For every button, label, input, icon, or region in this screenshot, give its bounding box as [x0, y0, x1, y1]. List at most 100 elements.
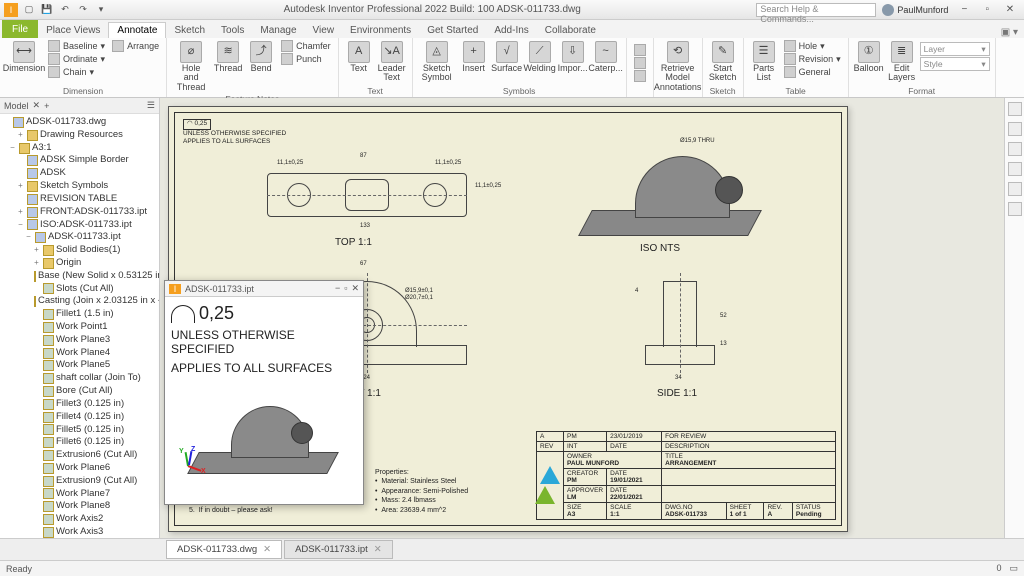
tree-node[interactable]: +Origin — [0, 257, 159, 270]
start-sketch-button[interactable]: ✎Start Sketch — [708, 40, 738, 84]
tab-add-ins[interactable]: Add-Ins — [486, 23, 536, 38]
leader-text-button[interactable]: ↘ALeader Text — [377, 40, 407, 84]
qat-more-icon[interactable]: ▾ — [94, 3, 108, 17]
tree-node[interactable]: −A3:1 — [0, 142, 159, 155]
browser-close-icon[interactable]: ✕ — [33, 100, 41, 111]
sketch-symbol-button[interactable]: ◬Sketch Symbol — [418, 40, 456, 84]
browser-add-icon[interactable]: + — [44, 101, 49, 111]
tree-node[interactable]: Work Plane7 — [0, 488, 159, 501]
punch-button[interactable]: Punch — [279, 53, 333, 65]
doc-tab-dwg[interactable]: ADSK-011733.dwg✕ — [166, 540, 282, 559]
close-icon[interactable]: ✕ — [1000, 4, 1020, 15]
tree-node[interactable]: Extrusion9 (Cut All) — [0, 475, 159, 488]
tree-node[interactable]: Fillet3 (0.125 in) — [0, 398, 159, 411]
tree-node[interactable]: Base (New Solid x 0.53125 in) — [0, 270, 159, 283]
file-tab[interactable]: File — [2, 20, 38, 38]
chain-button[interactable]: Chain ▾ — [46, 66, 107, 78]
tab-view[interactable]: View — [305, 23, 343, 38]
float-close-icon[interactable]: ✕ — [351, 283, 359, 294]
collapse-ribbon-icon[interactable]: ▣ ▾ — [995, 27, 1024, 38]
tree-node[interactable]: −ADSK-011733.ipt — [0, 231, 159, 244]
style-combo[interactable]: Style — [920, 57, 990, 71]
tab-environments[interactable]: Environments — [342, 23, 419, 38]
qat-undo-icon[interactable]: ↶ — [58, 3, 72, 17]
search-input[interactable]: Search Help & Commands... — [756, 3, 876, 17]
tree-node[interactable]: Fillet6 (0.125 in) — [0, 436, 159, 449]
tree-node[interactable]: Work Plane6 — [0, 462, 159, 475]
tree-node[interactable]: ADSK Simple Border — [0, 154, 159, 167]
thread-button[interactable]: ≋Thread — [213, 40, 243, 74]
tree-node[interactable]: Slots (Cut All) — [0, 283, 159, 296]
tree-node[interactable]: Work Plane8 — [0, 500, 159, 513]
tree-node[interactable]: ADSK — [0, 167, 159, 180]
edit-layers-button[interactable]: ≣Edit Layers — [887, 40, 917, 84]
user-menu[interactable]: PaulMunford — [882, 4, 948, 16]
layer-combo[interactable]: Layer — [920, 42, 990, 56]
floating-ipt-window[interactable]: IADSK-011733.ipt −▫✕ 0,25 UNLESS OTHERWI… — [164, 280, 364, 505]
minimize-icon[interactable]: − — [954, 4, 974, 15]
tree-node[interactable]: Work Axis3 — [0, 526, 159, 539]
sym3-icon[interactable] — [632, 70, 648, 82]
fullnav-icon[interactable] — [1008, 202, 1022, 216]
tree-node[interactable]: Fillet5 (0.125 in) — [0, 424, 159, 437]
tree-node[interactable]: +FRONT:ADSK-011733.ipt — [0, 206, 159, 219]
baseline-button[interactable]: Baseline ▾ — [46, 40, 107, 52]
tree-node[interactable]: REVISION TABLE — [0, 193, 159, 206]
orbit-icon[interactable] — [1008, 122, 1022, 136]
tree-node[interactable]: Fillet1 (1.5 in) — [0, 308, 159, 321]
dimension-button[interactable]: ⟷Dimension — [5, 40, 43, 74]
parts-list-button[interactable]: ☰Parts List — [749, 40, 779, 84]
sym2-icon[interactable] — [632, 57, 648, 69]
table-hole-button[interactable]: Hole ▾ — [782, 40, 843, 52]
tab-close-icon[interactable]: ✕ — [374, 544, 382, 555]
chamfer-button[interactable]: Chamfer — [279, 40, 333, 52]
doc-tab-ipt[interactable]: ADSK-011733.ipt✕ — [284, 540, 393, 559]
float-minimize-icon[interactable]: − — [335, 283, 340, 294]
table-revision-button[interactable]: Revision ▾ — [782, 53, 843, 65]
tree-node[interactable]: Casting (Join x 2.03125 in x -12 de — [0, 295, 159, 308]
tree-node[interactable]: Extrusion6 (Cut All) — [0, 449, 159, 462]
tree-node[interactable]: +Solid Bodies(1) — [0, 244, 159, 257]
text-button[interactable]: AText — [344, 40, 374, 74]
tree-node[interactable]: −ISO:ADSK-011733.ipt — [0, 219, 159, 232]
tab-annotate[interactable]: Annotate — [108, 22, 166, 38]
lookat-icon[interactable] — [1008, 182, 1022, 196]
table-general-button[interactable]: General — [782, 66, 843, 78]
tree-node[interactable]: Fillet4 (0.125 in) — [0, 411, 159, 424]
tab-collaborate[interactable]: Collaborate — [537, 23, 604, 38]
tab-manage[interactable]: Manage — [252, 23, 304, 38]
ordinate-button[interactable]: Ordinate ▾ — [46, 53, 107, 65]
hole-thread-button[interactable]: ⌀Hole and Thread — [172, 40, 210, 93]
balloon-button[interactable]: ①Balloon — [854, 40, 884, 74]
tab-get-started[interactable]: Get Started — [419, 23, 486, 38]
surface-button[interactable]: √Surface — [492, 40, 522, 74]
tab-close-icon[interactable]: ✕ — [263, 544, 271, 555]
tree-node[interactable]: +Sketch Symbols — [0, 180, 159, 193]
qat-save-icon[interactable]: 💾 — [40, 3, 54, 17]
browser-menu-icon[interactable]: ☰ — [147, 100, 155, 111]
welding-button[interactable]: ⟋Welding — [525, 40, 555, 74]
retrieve-model-button[interactable]: ⟲Retrieve Model Annotations — [659, 40, 697, 93]
tab-tools[interactable]: Tools — [213, 23, 252, 38]
tree-node[interactable]: Bore (Cut All) — [0, 385, 159, 398]
tree-root[interactable]: ADSK-011733.dwg — [0, 116, 159, 129]
tree-node[interactable]: shaft collar (Join To) — [0, 372, 159, 385]
sym1-icon[interactable] — [632, 44, 648, 56]
tab-sketch[interactable]: Sketch — [166, 23, 213, 38]
tree-node[interactable]: Work Point1 — [0, 321, 159, 334]
home-view-icon[interactable] — [1008, 102, 1022, 116]
arrange-button[interactable]: Arrange — [110, 40, 161, 52]
browser-tree[interactable]: ADSK-011733.dwg +Drawing Resources−A3:1A… — [0, 114, 159, 558]
tree-node[interactable]: Work Axis2 — [0, 513, 159, 526]
caterp-button[interactable]: ~Caterp... — [591, 40, 621, 74]
zoom-icon[interactable] — [1008, 162, 1022, 176]
qat-redo-icon[interactable]: ↷ — [76, 3, 90, 17]
qat-open-icon[interactable]: ▢ — [22, 3, 36, 17]
insert-button[interactable]: +Insert — [459, 40, 489, 74]
tree-node[interactable]: Work Plane5 — [0, 359, 159, 372]
tree-node[interactable]: Work Plane4 — [0, 347, 159, 360]
pan-icon[interactable] — [1008, 142, 1022, 156]
float-maximize-icon[interactable]: ▫ — [344, 283, 347, 294]
import-button[interactable]: ⇩Impor... — [558, 40, 588, 74]
bend-button[interactable]: ⤴Bend — [246, 40, 276, 74]
